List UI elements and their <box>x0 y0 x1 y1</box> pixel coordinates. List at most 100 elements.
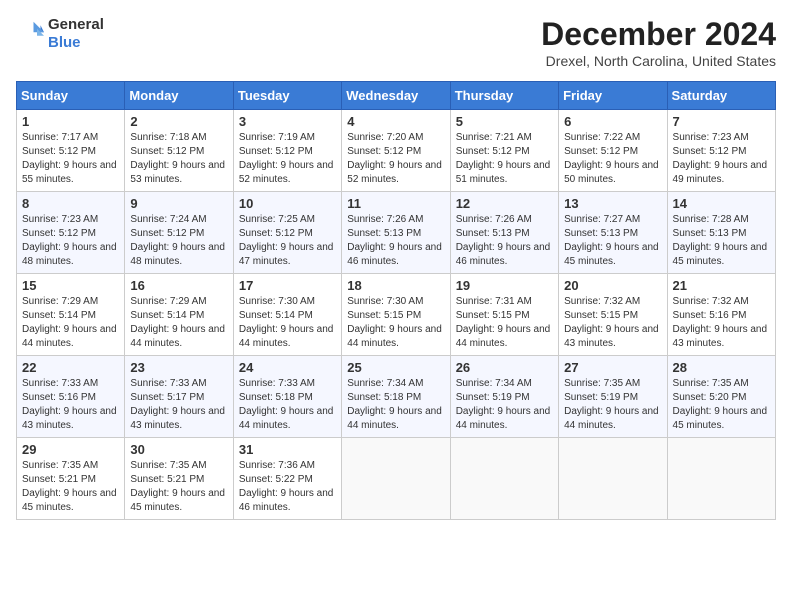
calendar-day-1: 1 Sunrise: 7:17 AMSunset: 5:12 PMDaylight… <box>17 110 125 192</box>
day-number: 3 <box>239 114 336 129</box>
day-number: 19 <box>456 278 553 293</box>
col-header-monday: Monday <box>125 82 233 110</box>
col-header-thursday: Thursday <box>450 82 558 110</box>
day-number: 23 <box>130 360 227 375</box>
day-number: 2 <box>130 114 227 129</box>
day-info: Sunrise: 7:23 AMSunset: 5:12 PMDaylight:… <box>673 131 770 187</box>
calendar-day-28: 28Sunrise: 7:35 AMSunset: 5:20 PMDayligh… <box>667 356 775 438</box>
day-info: Sunrise: 7:30 AMSunset: 5:14 PMDaylight:… <box>239 295 336 351</box>
calendar-day-15: 15Sunrise: 7:29 AMSunset: 5:14 PMDayligh… <box>17 274 125 356</box>
calendar-day-9: 9 Sunrise: 7:24 AMSunset: 5:12 PMDaylight… <box>125 192 233 274</box>
calendar-day-24: 24 Sunrise: 7:33 AMSunset: 5:18 PMDayligh… <box>233 356 341 438</box>
day-number: 17 <box>239 278 336 293</box>
calendar-day-2: 2Sunrise: 7:18 AMSunset: 5:12 PMDaylight… <box>125 110 233 192</box>
month-title: December 2024 <box>541 16 776 53</box>
page-header: General Blue December 2024 Drexel, North… <box>16 16 776 69</box>
col-header-sunday: Sunday <box>17 82 125 110</box>
day-number: 4 <box>347 114 444 129</box>
calendar-day-21: 21Sunrise: 7:32 AMSunset: 5:16 PMDayligh… <box>667 274 775 356</box>
calendar-week-1: 1 Sunrise: 7:17 AMSunset: 5:12 PMDaylight… <box>17 110 776 192</box>
day-number: 11 <box>347 196 444 211</box>
calendar-week-2: 8 Sunrise: 7:23 AMSunset: 5:12 PMDaylight… <box>17 192 776 274</box>
calendar-day-22: 22 Sunrise: 7:33 AMSunset: 5:16 PMDayligh… <box>17 356 125 438</box>
day-info: Sunrise: 7:35 AMSunset: 5:20 PMDaylight:… <box>673 377 770 433</box>
day-info: Sunrise: 7:26 AMSunset: 5:13 PMDaylight:… <box>456 213 553 269</box>
calendar-day-29: 29Sunrise: 7:35 AMSunset: 5:21 PMDayligh… <box>17 438 125 520</box>
day-info: Sunrise: 7:27 AMSunset: 5:13 PMDaylight:… <box>564 213 661 269</box>
empty-cell <box>667 438 775 520</box>
day-number: 15 <box>22 278 119 293</box>
day-info: Sunrise: 7:28 AMSunset: 5:13 PMDaylight:… <box>673 213 770 269</box>
calendar-day-4: 4 Sunrise: 7:20 AMSunset: 5:12 PMDaylight… <box>342 110 450 192</box>
col-header-friday: Friday <box>559 82 667 110</box>
day-number: 22 <box>22 360 119 375</box>
day-number: 6 <box>564 114 661 129</box>
day-number: 21 <box>673 278 770 293</box>
day-number: 14 <box>673 196 770 211</box>
logo: General Blue <box>16 16 104 52</box>
day-number: 13 <box>564 196 661 211</box>
day-info: Sunrise: 7:33 AMSunset: 5:18 PMDaylight:… <box>239 377 336 433</box>
calendar-body: 1 Sunrise: 7:17 AMSunset: 5:12 PMDaylight… <box>17 110 776 520</box>
day-info: Sunrise: 7:33 AMSunset: 5:16 PMDaylight:… <box>22 377 119 433</box>
location: Drexel, North Carolina, United States <box>541 53 776 69</box>
day-number: 24 <box>239 360 336 375</box>
calendar-day-25: 25 Sunrise: 7:34 AMSunset: 5:18 PMDayligh… <box>342 356 450 438</box>
day-info: Sunrise: 7:31 AMSunset: 5:15 PMDaylight:… <box>456 295 553 351</box>
calendar-header-row: SundayMondayTuesdayWednesdayThursdayFrid… <box>17 82 776 110</box>
calendar-day-30: 30Sunrise: 7:35 AMSunset: 5:21 PMDayligh… <box>125 438 233 520</box>
day-number: 25 <box>347 360 444 375</box>
day-number: 7 <box>673 114 770 129</box>
col-header-saturday: Saturday <box>667 82 775 110</box>
day-number: 20 <box>564 278 661 293</box>
day-number: 1 <box>22 114 119 129</box>
calendar-day-11: 11 Sunrise: 7:26 AMSunset: 5:13 PMDayligh… <box>342 192 450 274</box>
day-info: Sunrise: 7:22 AMSunset: 5:12 PMDaylight:… <box>564 131 661 187</box>
day-number: 27 <box>564 360 661 375</box>
calendar-day-18: 18 Sunrise: 7:30 AMSunset: 5:15 PMDayligh… <box>342 274 450 356</box>
day-info: Sunrise: 7:19 AMSunset: 5:12 PMDaylight:… <box>239 131 336 187</box>
calendar-week-3: 15 Sunrise: 7:29 AMSunset: 5:14 PMDayligh… <box>17 274 776 356</box>
calendar-day-26: 26 Sunrise: 7:34 AMSunset: 5:19 PMDayligh… <box>450 356 558 438</box>
day-info: Sunrise: 7:20 AMSunset: 5:12 PMDaylight:… <box>347 131 444 187</box>
day-number: 16 <box>130 278 227 293</box>
day-info: Sunrise: 7:34 AMSunset: 5:18 PMDaylight:… <box>347 377 444 433</box>
day-info: Sunrise: 7:30 AMSunset: 5:15 PMDaylight:… <box>347 295 444 351</box>
calendar-table: SundayMondayTuesdayWednesdayThursdayFrid… <box>16 81 776 520</box>
day-info: Sunrise: 7:23 AMSunset: 5:12 PMDaylight:… <box>22 213 119 269</box>
calendar-day-31: 31 Sunrise: 7:36 AMSunset: 5:22 PMDayligh… <box>233 438 341 520</box>
day-info: Sunrise: 7:21 AMSunset: 5:12 PMDaylight:… <box>456 131 553 187</box>
day-info: Sunrise: 7:26 AMSunset: 5:13 PMDaylight:… <box>347 213 444 269</box>
calendar-week-4: 22 Sunrise: 7:33 AMSunset: 5:16 PMDayligh… <box>17 356 776 438</box>
day-number: 5 <box>456 114 553 129</box>
calendar-day-5: 5 Sunrise: 7:21 AMSunset: 5:12 PMDaylight… <box>450 110 558 192</box>
calendar-day-3: 3 Sunrise: 7:19 AMSunset: 5:12 PMDaylight… <box>233 110 341 192</box>
empty-cell <box>450 438 558 520</box>
day-number: 10 <box>239 196 336 211</box>
calendar-day-17: 17 Sunrise: 7:30 AMSunset: 5:14 PMDayligh… <box>233 274 341 356</box>
logo-icon <box>16 20 44 48</box>
calendar-day-6: 6 Sunrise: 7:22 AMSunset: 5:12 PMDaylight… <box>559 110 667 192</box>
day-info: Sunrise: 7:29 AMSunset: 5:14 PMDaylight:… <box>130 295 227 351</box>
day-info: Sunrise: 7:17 AMSunset: 5:12 PMDaylight:… <box>22 131 119 187</box>
day-info: Sunrise: 7:24 AMSunset: 5:12 PMDaylight:… <box>130 213 227 269</box>
calendar-day-16: 16 Sunrise: 7:29 AMSunset: 5:14 PMDayligh… <box>125 274 233 356</box>
col-header-tuesday: Tuesday <box>233 82 341 110</box>
day-number: 9 <box>130 196 227 211</box>
calendar-day-23: 23Sunrise: 7:33 AMSunset: 5:17 PMDayligh… <box>125 356 233 438</box>
calendar-day-10: 10Sunrise: 7:25 AMSunset: 5:12 PMDayligh… <box>233 192 341 274</box>
logo-text: General Blue <box>48 16 104 52</box>
day-number: 8 <box>22 196 119 211</box>
day-info: Sunrise: 7:34 AMSunset: 5:19 PMDaylight:… <box>456 377 553 433</box>
calendar-day-27: 27 Sunrise: 7:35 AMSunset: 5:19 PMDayligh… <box>559 356 667 438</box>
day-number: 31 <box>239 442 336 457</box>
calendar-day-7: 7 Sunrise: 7:23 AMSunset: 5:12 PMDaylight… <box>667 110 775 192</box>
day-info: Sunrise: 7:36 AMSunset: 5:22 PMDaylight:… <box>239 459 336 515</box>
day-number: 26 <box>456 360 553 375</box>
calendar-day-13: 13 Sunrise: 7:27 AMSunset: 5:13 PMDayligh… <box>559 192 667 274</box>
empty-cell <box>559 438 667 520</box>
day-info: Sunrise: 7:32 AMSunset: 5:15 PMDaylight:… <box>564 295 661 351</box>
day-info: Sunrise: 7:35 AMSunset: 5:19 PMDaylight:… <box>564 377 661 433</box>
title-block: December 2024 Drexel, North Carolina, Un… <box>541 16 776 69</box>
day-number: 18 <box>347 278 444 293</box>
